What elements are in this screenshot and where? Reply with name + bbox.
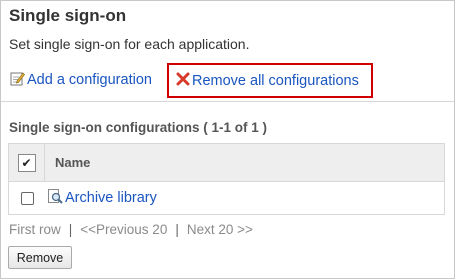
page-description: Set single sign-on for each application. [9,36,250,52]
search-document-icon [47,188,63,208]
table-header-row: ✔ Name [9,144,444,182]
pagination: First row | <<Previous 20 | Next 20 >> [9,222,253,237]
pager-separator: | [175,222,179,237]
remove-x-icon [176,72,190,90]
section-divider [1,101,454,102]
menu-bar: Add a configuration [9,70,152,90]
row-check-cell [9,182,45,214]
pager-separator: | [68,222,73,237]
add-configuration-label: Add a configuration [27,72,152,88]
configurations-table: ✔ Name Archive library [8,143,445,215]
previous-page-link: <<Previous 20 [80,222,168,237]
row-name: Archive library [65,190,157,206]
column-header-name: Name [55,155,91,170]
first-row-link: First row [9,222,61,237]
select-all-checkbox[interactable]: ✔ [17,153,36,172]
remove-all-configurations-label: Remove all configurations [192,72,359,89]
add-configuration-link[interactable]: Add a configuration [9,70,152,90]
edit-icon [9,70,25,90]
remove-all-configurations-link[interactable]: Remove all configurations [176,72,359,90]
table-row: Archive library [9,182,444,214]
archive-library-link[interactable]: Archive library [45,188,157,208]
remove-all-highlight: Remove all configurations [167,63,373,98]
row-checkbox[interactable] [20,191,34,205]
list-section-title: Single sign-on configurations ( 1-1 of 1… [9,120,268,135]
next-page-link: Next 20 >> [186,222,253,237]
page-title: Single sign-on [9,6,127,25]
select-all-cell: ✔ [9,144,45,181]
remove-button[interactable]: Remove [8,246,72,269]
